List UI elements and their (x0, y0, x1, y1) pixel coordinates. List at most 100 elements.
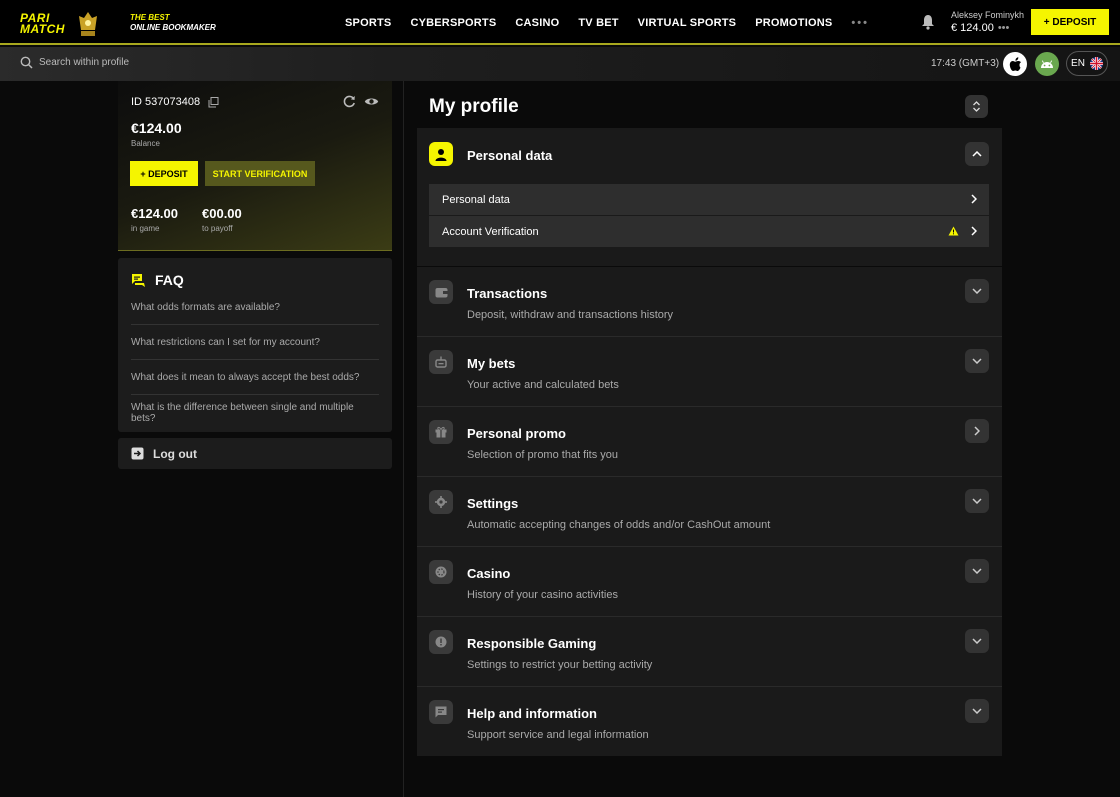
expand-button[interactable] (965, 699, 989, 723)
chevron-right-icon (971, 194, 977, 204)
faq-title: FAQ (131, 272, 184, 288)
user-name: Aleksey Fominykh (951, 10, 1025, 20)
section-title: My bets (467, 356, 516, 371)
section-title[interactable]: Personal data (467, 148, 552, 163)
chevron-down-icon (972, 568, 982, 574)
gear-icon (429, 490, 453, 514)
uk-flag-icon (1089, 57, 1103, 70)
chevron-down-icon (972, 708, 982, 714)
refresh-icon[interactable] (343, 95, 356, 108)
wallet-icon (429, 280, 453, 304)
chevron-right-icon (974, 426, 980, 436)
open-button[interactable] (965, 419, 989, 443)
main-nav: SPORTS CYBERSPORTS CASINO TV BET VIRTUAL… (345, 0, 888, 45)
search-input[interactable]: Search within profile (39, 57, 129, 68)
nav-casino[interactable]: CASINO (515, 17, 559, 29)
info-icon (429, 630, 453, 654)
section-title: Settings (467, 496, 519, 511)
casino-chip-icon (429, 560, 453, 584)
chevron-down-icon (972, 288, 982, 294)
chat-icon (132, 273, 145, 287)
apple-app-button[interactable] (1003, 52, 1027, 76)
settings-section[interactable]: Settings Automatic accepting changes of … (417, 477, 1002, 546)
section-subtitle: Deposit, withdraw and transactions histo… (467, 309, 674, 321)
expand-button[interactable] (965, 559, 989, 583)
copy-icon[interactable] (208, 96, 219, 108)
language-selector[interactable]: EN (1066, 51, 1108, 76)
section-subtitle: Automatic accepting changes of odds and/… (467, 519, 771, 531)
nav-tv-bet[interactable]: TV BET (578, 17, 618, 29)
faq-item[interactable]: What does it mean to always accept the b… (131, 360, 379, 395)
payoff-label: to payoff (202, 224, 233, 233)
account-verification-row[interactable]: Account Verification (429, 216, 989, 247)
warning-icon (948, 226, 959, 236)
bets-icon (429, 350, 453, 374)
in-game-label: in game (131, 224, 160, 233)
expand-button[interactable] (965, 279, 989, 303)
logout-button[interactable]: Log out (118, 438, 392, 469)
expand-button[interactable] (965, 489, 989, 513)
faq-item[interactable]: What restrictions can I set for my accou… (131, 325, 379, 360)
section-title: Transactions (467, 286, 548, 301)
header-deposit-button[interactable]: + DEPOSIT (1031, 9, 1109, 35)
parimatch-logo[interactable]: PARI MATCH (20, 10, 101, 38)
eye-icon[interactable] (364, 95, 379, 108)
column-divider (403, 81, 404, 797)
expand-button[interactable] (965, 629, 989, 653)
page-title: My profile (429, 96, 519, 117)
responsible-gaming-section[interactable]: Responsible Gaming Settings to restrict … (417, 617, 1002, 686)
top-bar: PARI MATCH THE BEST ONLINE BOOKMAKER SPO… (0, 0, 1120, 45)
expand-collapse-all-button[interactable] (965, 95, 988, 118)
section-subtitle: History of your casino activities (467, 589, 618, 601)
payoff-amount: €00.00 (202, 206, 242, 221)
section-subtitle: Your active and calculated bets (467, 379, 619, 391)
nav-virtual-sports[interactable]: VIRTUAL SPORTS (638, 17, 737, 29)
sub-header: Search within profile 17:43 (GMT+3) EN (0, 47, 1120, 81)
section-subtitle: Settings to restrict your betting activi… (467, 659, 653, 671)
nav-more-button[interactable]: ••• (851, 17, 869, 29)
account-id: ID 537073408 (131, 96, 219, 108)
section-title: Help and information (467, 706, 597, 721)
faq-item[interactable]: What is the difference between single an… (131, 395, 379, 430)
my-bets-section[interactable]: My bets Your active and calculated bets (417, 337, 1002, 406)
balance-more-icon[interactable]: ••• (998, 22, 1010, 34)
language-code: EN (1071, 58, 1085, 69)
balance-amount: €124.00 (131, 120, 182, 136)
crown-icon (78, 12, 97, 36)
time-display: 17:43 (GMT+3) (931, 58, 1000, 69)
section-subtitle: Support service and legal information (467, 729, 649, 741)
gift-icon (429, 420, 453, 444)
logo-word-bottom: MATCH (20, 22, 65, 36)
nav-sports[interactable]: SPORTS (345, 17, 391, 29)
expand-button[interactable] (965, 349, 989, 373)
help-icon (429, 700, 453, 724)
user-info[interactable]: Aleksey Fominykh € 124.00 ••• (951, 9, 1024, 35)
chevron-down-icon (972, 498, 982, 504)
bell-icon[interactable] (921, 14, 935, 30)
user-balance: € 124.00 (951, 22, 994, 34)
tagline: THE BEST ONLINE BOOKMAKER (130, 13, 216, 32)
apple-icon (1009, 56, 1021, 71)
personal-promo-section[interactable]: Personal promo Selection of promo that f… (417, 407, 1002, 476)
personal-data-row[interactable]: Personal data (429, 184, 989, 215)
android-app-button[interactable] (1035, 52, 1059, 76)
section-subtitle: Selection of promo that fits you (467, 449, 619, 461)
start-verification-button[interactable]: START VERIFICATION (205, 161, 315, 186)
balance-card: ID 537073408 €124.00 Balance + DEPOSIT S… (118, 81, 392, 251)
help-information-section[interactable]: Help and information Support service and… (417, 687, 1002, 756)
search-icon (20, 56, 33, 69)
transactions-section[interactable]: Transactions Deposit, withdraw and trans… (417, 267, 1002, 336)
nav-promotions[interactable]: PROMOTIONS (755, 17, 832, 29)
faq-item[interactable]: What odds formats are available? (131, 290, 379, 325)
profile-search[interactable]: Search within profile (20, 56, 129, 69)
chevron-down-icon (972, 638, 982, 644)
chevron-up-icon (972, 151, 982, 157)
in-game-amount: €124.00 (131, 206, 178, 221)
balance-label: Balance (131, 139, 160, 148)
nav-cybersports[interactable]: CYBERSPORTS (410, 17, 496, 29)
collapse-button[interactable] (965, 142, 989, 166)
card-deposit-button[interactable]: + DEPOSIT (130, 161, 198, 186)
casino-section[interactable]: Casino History of your casino activities (417, 547, 1002, 616)
section-title: Personal promo (467, 426, 566, 441)
section-title: Responsible Gaming (467, 636, 597, 651)
